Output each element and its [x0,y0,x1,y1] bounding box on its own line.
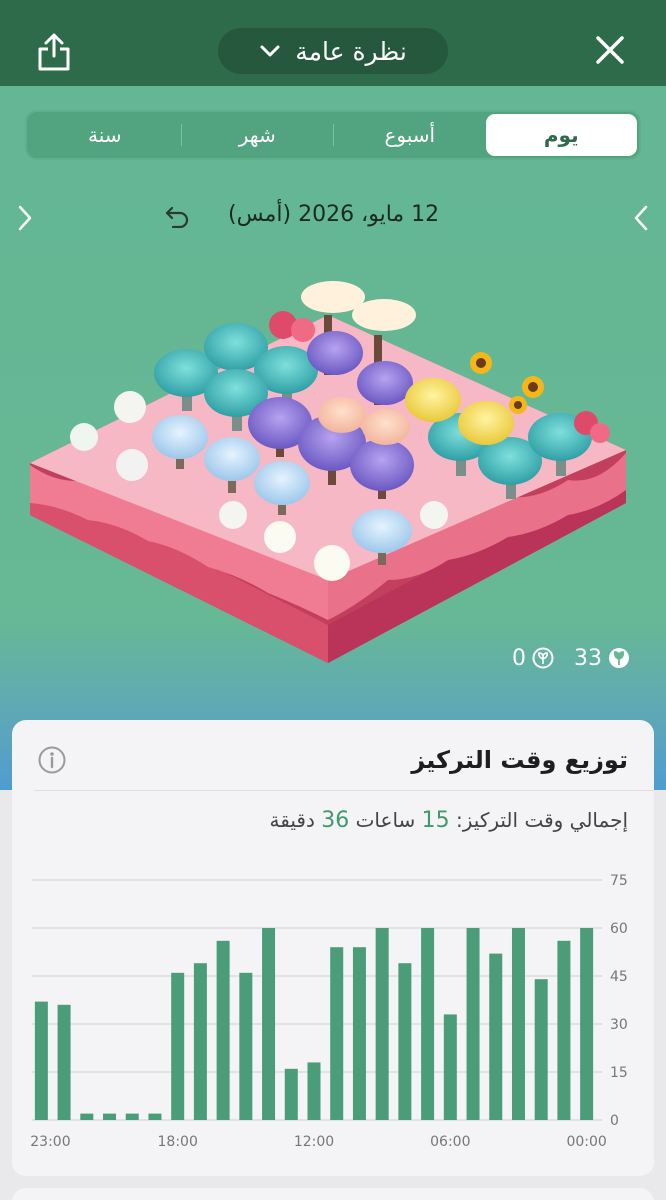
dead-tree-count: 0 [512,643,554,673]
bar-hour-17 [193,963,207,1120]
close-icon[interactable] [590,30,630,70]
dead-tree-icon [532,647,554,669]
bar-hour-1 [557,940,571,1120]
bar-hour-24 [34,1001,48,1120]
healthy-tree-count: 33 [574,643,630,673]
bar-hour-6 [443,1014,457,1120]
bar-hour-10 [352,947,366,1120]
bar-hour-20 [125,1113,139,1120]
date-label: 12 مايو، 2026 (أمس) [228,202,440,227]
tree-icon [609,648,629,668]
y-tick-label: 60 [610,921,628,937]
total-focus-summary: إجمالي وقت التركيز: 15 ساعات 36 دقيقة [270,808,628,833]
tab-day-label: يوم [543,123,579,147]
focus-time-bar-chart: 0 15 30 45 60 75 00:00 06:00 12:00 18:00 23:00 [30,873,628,1150]
bar-hour-8 [398,963,412,1120]
info-icon[interactable] [38,746,66,774]
summary-minutes-unit: دقيقة [269,808,315,832]
bar-hour-18 [171,972,185,1120]
x-tick-label: 12:00 [294,1134,334,1150]
forest-island [30,281,626,663]
bar-hour-9 [375,928,389,1120]
tab-day[interactable]: يوم [485,114,637,156]
chevron-left-icon[interactable] [14,204,34,232]
bar-hour-22 [80,1113,94,1120]
period-tabs: يوم أسبوع شهر سنة [25,110,641,160]
bar-hour-3 [511,928,525,1120]
summary-prefix: إجمالي وقت التركيز: [456,808,628,832]
bar-hour-11 [330,947,344,1120]
tab-week-label: أسبوع [384,123,436,147]
x-tick-label: 23:00 [30,1134,70,1150]
y-tick-label: 75 [610,873,628,889]
view-selector-dropdown[interactable]: نظرة عامة [218,28,448,74]
x-tick-label: 00:00 [566,1134,606,1150]
tab-month[interactable]: شهر [182,114,334,156]
tab-year-label: سنة [87,123,122,147]
bar-hour-23 [57,1004,71,1120]
undo-icon[interactable] [164,204,190,228]
tab-year[interactable]: سنة [29,114,181,156]
y-tick-label: 15 [610,1065,628,1081]
bar-hour-19 [148,1113,162,1120]
summary-minutes: 36 [321,808,350,833]
bar-hour-4 [489,953,503,1120]
card-title: توزيع وقت التركيز [411,746,628,774]
summary-hours-unit: ساعات [355,808,416,832]
x-tick-label: 06:00 [430,1134,470,1150]
healthy-tree-count-value: 33 [574,645,602,671]
divider [34,790,654,791]
bar-hour-14 [262,928,276,1120]
bar-hour-12 [307,1062,321,1120]
dead-tree-count-value: 0 [512,645,526,671]
focus-distribution-card: توزيع وقت التركيز إجمالي وقت التركيز: 15… [12,720,654,1176]
next-card-peek [12,1188,654,1200]
y-tick-label: 0 [610,1113,619,1129]
app-header: نظرة عامة [0,0,666,86]
bar-hour-13 [284,1068,298,1120]
page-title: نظرة عامة [295,36,407,66]
y-tick-label: 30 [610,1017,628,1033]
y-tick-label: 45 [610,969,628,985]
bar-hour-7 [421,928,435,1120]
bar-hour-0 [580,928,594,1120]
summary-hours: 15 [421,808,450,833]
chevron-right-icon[interactable] [632,204,652,232]
bar-hour-5 [466,928,480,1120]
chevron-down-icon [260,45,280,57]
bar-hour-15 [239,972,253,1120]
tab-week[interactable]: أسبوع [334,114,486,156]
bar-hour-21 [103,1113,117,1120]
date-navigator: 12 مايو، 2026 (أمس) [0,196,666,240]
x-tick-label: 18:00 [158,1134,198,1150]
share-icon[interactable] [36,32,72,72]
tab-month-label: شهر [238,123,276,147]
bar-hour-16 [216,940,230,1120]
bar-hour-2 [534,979,548,1120]
